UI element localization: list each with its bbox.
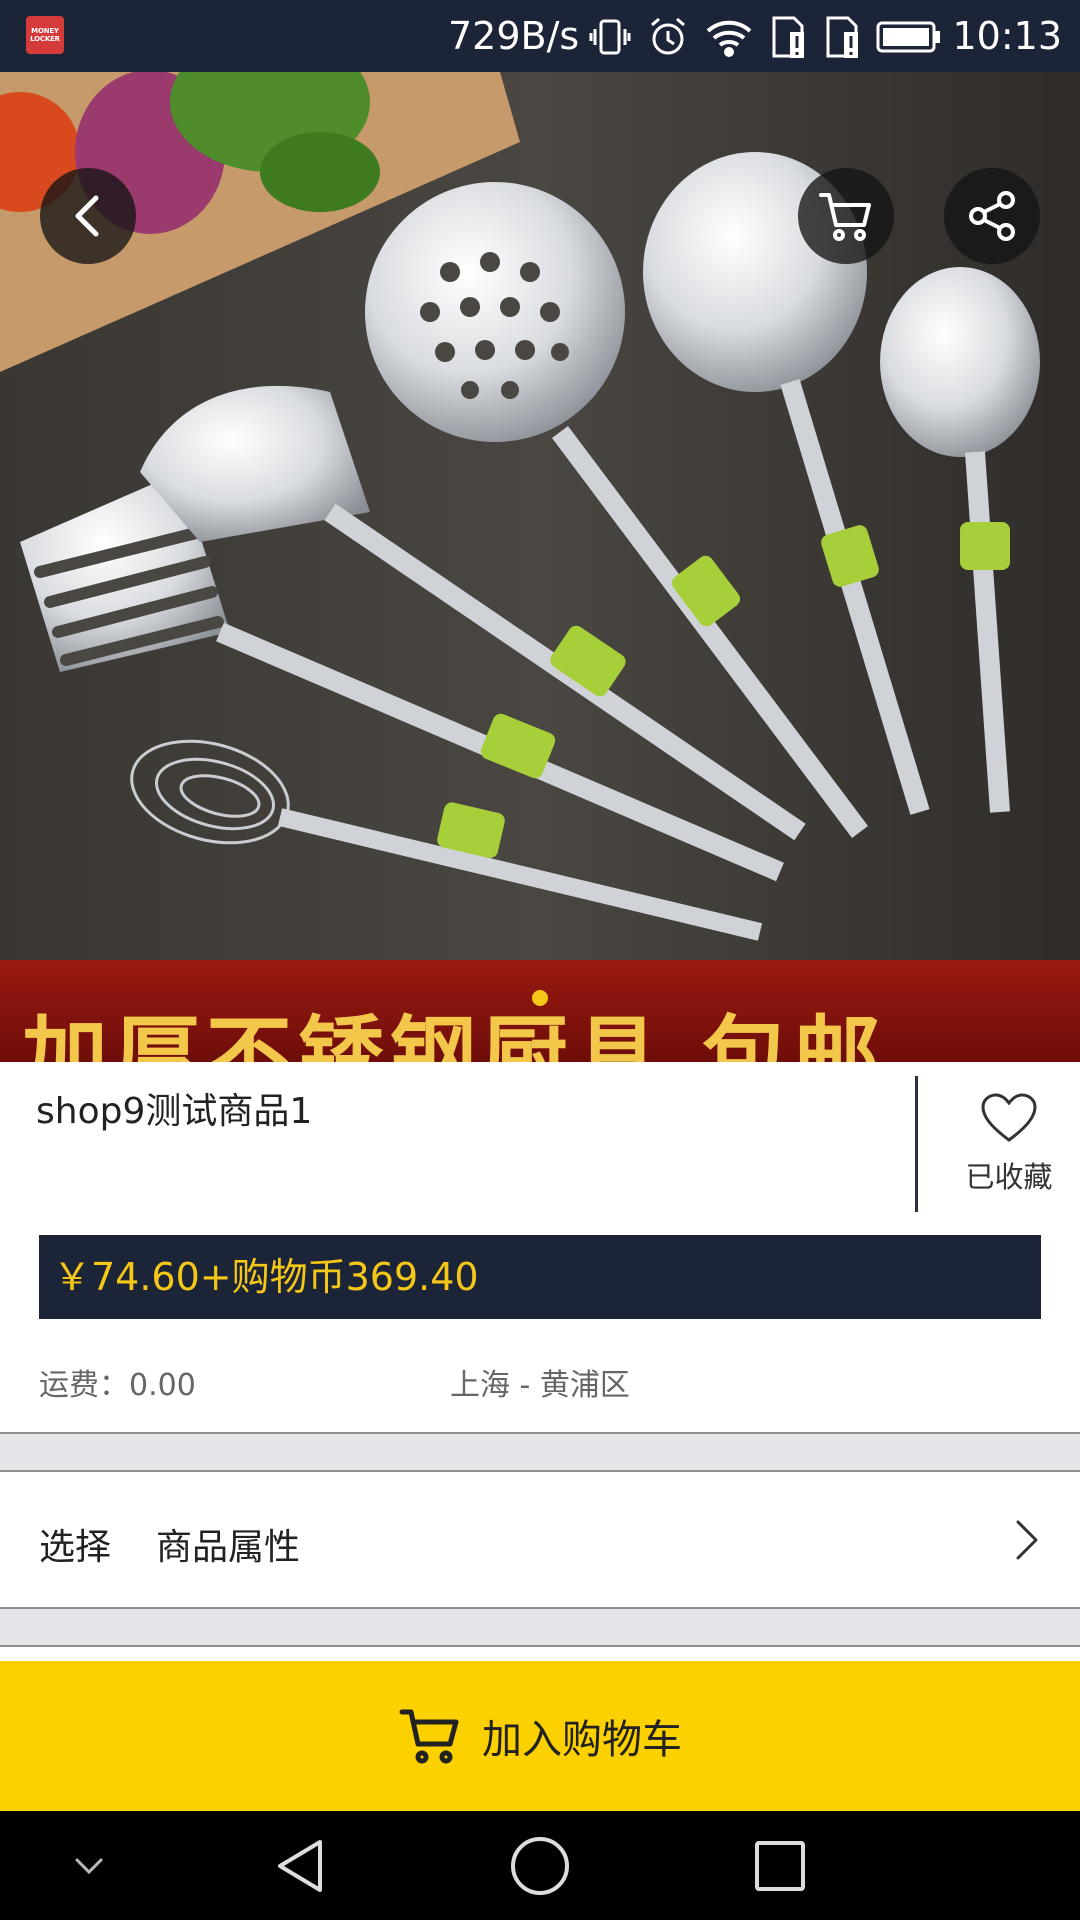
ship-location: 上海 - 黄浦区 — [450, 1368, 630, 1403]
recents-icon — [755, 1840, 805, 1891]
clock: 10:13 — [952, 14, 1062, 58]
product-title-row: shop9测试商品1 已收藏 — [0, 1062, 1080, 1224]
nav-recents-button[interactable] — [730, 1811, 830, 1920]
favorite-label: 已收藏 — [965, 1160, 1053, 1194]
attribute-selector[interactable]: 选择 商品属性 — [0, 1472, 1080, 1607]
nav-back-button[interactable] — [250, 1811, 350, 1920]
status-icons — [588, 12, 942, 62]
attribute-name: 商品属性 — [156, 1527, 301, 1568]
back-icon — [278, 1839, 322, 1892]
carousel-indicator-dot — [532, 990, 548, 1006]
section-separator — [0, 1432, 1080, 1472]
price-bar: ￥74.60+购物币369.40 — [39, 1235, 1041, 1319]
banner-text: 加厚不锈钢厨具 包邮 — [22, 1007, 886, 1062]
sim2-alert-icon — [826, 16, 858, 58]
sim1-alert-icon — [772, 16, 804, 58]
product-title: shop9测试商品1 — [36, 1091, 313, 1132]
favorite-button[interactable]: 已收藏 — [950, 1092, 1068, 1196]
back-arrow-icon — [75, 195, 99, 237]
back-button[interactable] — [40, 168, 136, 264]
shipping-fee: 运费：0.00 — [39, 1368, 196, 1403]
divider — [915, 1076, 918, 1212]
battery-icon — [876, 21, 940, 53]
product-photo — [0, 72, 1080, 1062]
nav-collapse-button[interactable] — [48, 1811, 130, 1920]
cart-button[interactable] — [798, 168, 894, 264]
shipping-row: 运费：0.00 上海 - 黄浦区 — [0, 1350, 1080, 1410]
money-locker-logo: MONEY LOCKER — [26, 16, 64, 54]
product-image-carousel[interactable]: 加厚不锈钢厨具 包邮 — [0, 72, 1080, 1062]
attribute-select-label: 选择 — [39, 1527, 112, 1568]
nav-home-button[interactable] — [490, 1811, 590, 1920]
wifi-icon — [706, 20, 752, 57]
heart-icon — [981, 1093, 1037, 1142]
home-icon — [511, 1836, 569, 1895]
share-icon — [969, 191, 1015, 241]
network-speed: 729B/s — [448, 14, 580, 58]
price-text: ￥74.60+购物币369.40 — [53, 1255, 479, 1299]
vibrate-icon — [589, 19, 631, 55]
section-separator — [0, 1607, 1080, 1647]
status-bar: MONEY LOCKER 729B/s 10:13 — [0, 0, 1080, 72]
system-nav-bar — [0, 1811, 1080, 1920]
add-to-cart-button[interactable]: 加入购物车 — [0, 1661, 1080, 1811]
cart-icon — [399, 1709, 459, 1764]
chevron-right-icon — [1016, 1520, 1038, 1560]
add-to-cart-label: 加入购物车 — [482, 1717, 682, 1763]
promo-banner: 加厚不锈钢厨具 包邮 — [0, 960, 1080, 1062]
alarm-icon — [651, 17, 685, 55]
cart-icon — [819, 193, 871, 241]
collapse-icon — [75, 1858, 103, 1874]
share-button[interactable] — [944, 168, 1040, 264]
app-logo-text: MONEY LOCKER — [30, 27, 60, 43]
